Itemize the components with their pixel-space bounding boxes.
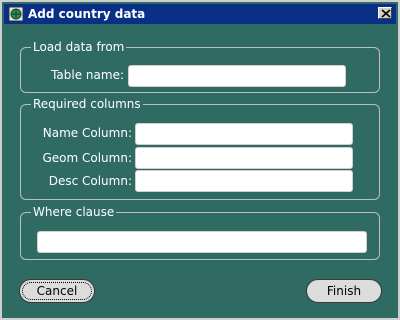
close-icon xyxy=(381,9,391,18)
load-data-group-title: Load data from xyxy=(31,40,127,54)
finish-button-label: Finish xyxy=(326,284,362,298)
geom-column-field[interactable] xyxy=(135,147,353,169)
required-columns-group-title: Required columns xyxy=(31,97,143,111)
cancel-button-label: Cancel xyxy=(36,284,78,298)
name-column-field[interactable] xyxy=(135,123,353,145)
globe-icon xyxy=(8,6,24,22)
cancel-button[interactable]: Cancel xyxy=(19,279,95,303)
close-button[interactable] xyxy=(378,7,392,19)
geom-column-label: Geom Column: xyxy=(42,151,132,165)
title-bar[interactable]: Add country data xyxy=(4,4,396,24)
window-title: Add country data xyxy=(28,7,146,21)
where-clause-field[interactable] xyxy=(37,231,367,253)
table-name-field[interactable] xyxy=(128,65,346,87)
where-clause-group-title: Where clause xyxy=(31,205,117,219)
desc-column-field[interactable] xyxy=(135,170,353,192)
table-name-label: Table name: xyxy=(51,68,124,82)
finish-button[interactable]: Finish xyxy=(306,279,382,303)
dialog-window: Add country data Load data from Table na… xyxy=(0,0,400,320)
name-column-label: Name Column: xyxy=(42,126,132,140)
desc-column-label: Desc Column: xyxy=(48,174,132,188)
